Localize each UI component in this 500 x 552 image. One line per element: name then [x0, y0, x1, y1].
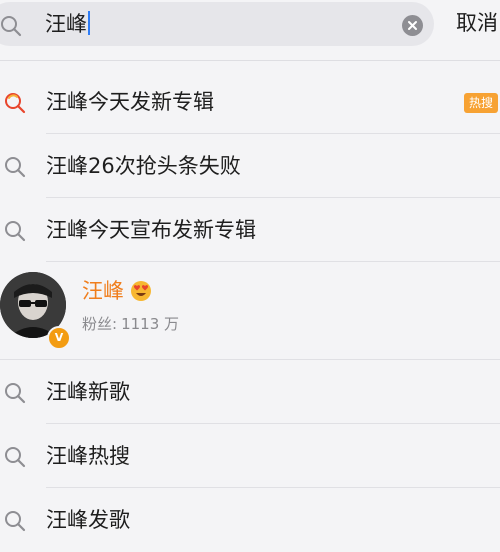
suggestion-item[interactable]: 汪峰今天宣布发新专辑 — [0, 198, 500, 262]
suggestion-text: 汪峰26次抢头条失败 — [46, 154, 241, 178]
suggestion-item[interactable]: 汪峰热搜 — [0, 424, 500, 488]
fans-number: 1113 万 — [121, 315, 180, 333]
search-icon — [0, 15, 22, 41]
user-name: 汪峰 — [82, 279, 124, 303]
clear-icon[interactable] — [402, 15, 423, 36]
text-caret — [88, 11, 90, 35]
fans-label: 粉丝: — [82, 315, 118, 333]
search-icon — [4, 156, 26, 182]
search-query: 汪峰 — [45, 12, 87, 36]
verified-badge: V — [47, 326, 71, 350]
search-icon — [4, 382, 26, 408]
fans-count: 粉丝: 1113 万 — [82, 314, 179, 334]
hot-badge: 热搜 — [464, 93, 498, 113]
suggestion-item[interactable]: 汪峰今天发新专辑 热搜 — [0, 70, 500, 134]
user-result[interactable]: V 汪峰 粉丝: 1113 万 — [0, 262, 500, 360]
suggestion-text: 汪峰今天发新专辑 — [46, 90, 214, 114]
search-input[interactable]: 汪峰 — [45, 11, 90, 37]
header-divider — [0, 60, 500, 61]
search-icon — [4, 446, 26, 472]
cancel-button[interactable]: 取消 — [456, 10, 498, 36]
suggestion-text: 汪峰发歌 — [46, 508, 130, 532]
suggestion-item[interactable]: 汪峰26次抢头条失败 — [0, 134, 500, 198]
search-icon — [4, 220, 26, 246]
search-header: 汪峰 取消 — [0, 0, 500, 52]
suggestion-text: 汪峰热搜 — [46, 444, 130, 468]
search-box[interactable]: 汪峰 — [0, 2, 434, 46]
suggestion-item[interactable]: 汪峰发歌 — [0, 488, 500, 552]
suggestion-text: 汪峰今天宣布发新专辑 — [46, 218, 256, 242]
hot-search-icon — [4, 92, 26, 118]
search-icon — [4, 510, 26, 536]
heart-eyes-emoji-icon — [130, 280, 152, 306]
suggestion-item[interactable]: 汪峰新歌 — [0, 360, 500, 424]
suggestion-text: 汪峰新歌 — [46, 380, 130, 404]
